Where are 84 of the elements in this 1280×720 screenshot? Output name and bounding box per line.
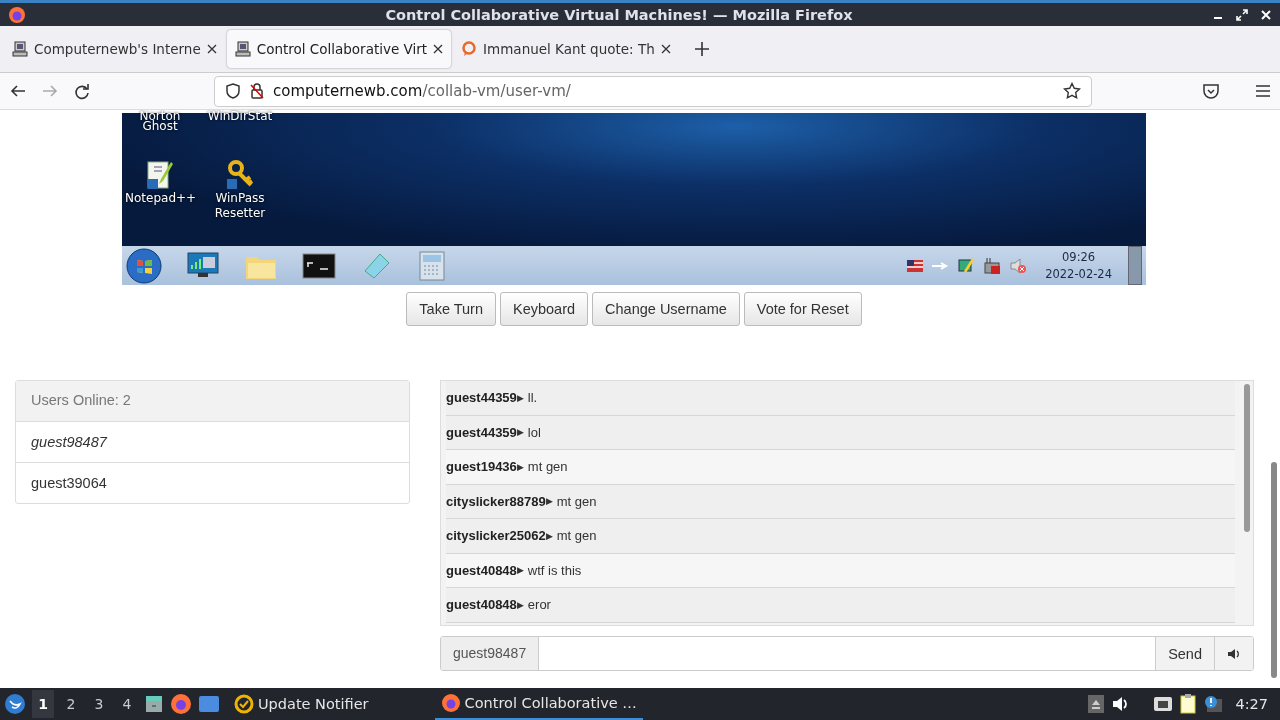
sound-button[interactable] xyxy=(1214,637,1253,670)
bookmark-star-icon[interactable] xyxy=(1063,82,1081,100)
username-label: guest98487 xyxy=(441,637,540,670)
chat-username: guest44359 xyxy=(446,424,517,440)
chat-arrow: ▶ xyxy=(516,565,524,576)
chat-message: mt gen xyxy=(527,459,568,475)
chat-arrow: ▶ xyxy=(516,427,524,438)
update-icon xyxy=(234,694,254,714)
firefox-icon[interactable] xyxy=(170,693,192,715)
workspace-button[interactable]: 2 xyxy=(60,690,82,718)
computer-icon xyxy=(234,41,251,57)
scrollbar[interactable] xyxy=(1244,384,1250,532)
pocket-icon[interactable] xyxy=(1202,82,1220,100)
notification-icon[interactable] xyxy=(1203,694,1224,714)
close-icon[interactable] xyxy=(660,44,671,54)
shield-icon xyxy=(225,83,241,99)
chat-arrow: ▶ xyxy=(545,496,553,507)
browser-tab[interactable]: Immanuel Kant quote: Th xyxy=(453,30,679,68)
network-error-icon[interactable] xyxy=(983,256,1002,275)
new-tab-icon[interactable] xyxy=(694,42,709,56)
display-edit-icon[interactable] xyxy=(957,256,976,275)
eject-icon[interactable] xyxy=(1087,694,1106,714)
action-button[interactable]: Vote for Reset xyxy=(743,292,862,326)
file-cabinet-icon[interactable] xyxy=(144,694,164,714)
speaker-icon xyxy=(1227,646,1241,661)
chat-username: cityslicker88789 xyxy=(446,493,546,509)
taskbar-window[interactable]: Control Collaborative … xyxy=(434,688,643,720)
menu-icon[interactable] xyxy=(1254,82,1272,100)
start-orb-icon[interactable] xyxy=(126,247,162,284)
chat-arrow: ▶ xyxy=(516,392,524,403)
chat-username: guest40848 xyxy=(446,597,517,613)
browser-tab[interactable]: Control Collaborative Virt xyxy=(226,30,452,68)
chat-arrow: ▶ xyxy=(516,461,524,472)
desktop-shortcut[interactable]: WinPass Resetter xyxy=(200,159,280,221)
chat-message: mt gen xyxy=(556,493,597,509)
vm-clock-date: 2022-02-24 xyxy=(1045,265,1112,283)
close-icon[interactable] xyxy=(433,44,444,54)
taskbar-app[interactable]: Update Notifier xyxy=(234,694,369,714)
reload-icon[interactable] xyxy=(72,81,92,101)
lock-icon xyxy=(249,83,265,99)
workspace-button[interactable]: 1 xyxy=(32,690,54,718)
speaker-icon[interactable] xyxy=(1111,695,1130,713)
app-menu-icon[interactable] xyxy=(4,693,26,715)
us-flag-icon[interactable] xyxy=(907,259,924,272)
speaker-muted-icon[interactable] xyxy=(1009,256,1028,275)
workspace-button[interactable]: 4 xyxy=(116,690,138,718)
maximize-icon[interactable] xyxy=(1236,8,1248,21)
chat-username: guest19436 xyxy=(446,459,517,475)
chat-message: mt gen xyxy=(556,528,597,544)
chat-username: guest44359 xyxy=(446,390,517,406)
window-title: Control Collaborative Virtual Machines! — Mozilla Firefox xyxy=(384,6,854,23)
action-button[interactable]: Change Username xyxy=(592,292,740,326)
firefox-icon xyxy=(8,5,26,24)
desktop-shortcut[interactable]: Notepad++ xyxy=(122,159,198,221)
user-list-item[interactable]: guest39064 xyxy=(16,463,409,503)
clipboard-icon[interactable] xyxy=(1179,694,1198,714)
chat-message: eror xyxy=(527,597,551,613)
chat-arrow: ▶ xyxy=(545,530,553,541)
address-bar[interactable]: computernewb.com/collab-vm/user-vm/ xyxy=(214,75,1092,107)
ethernet-icon[interactable] xyxy=(1153,695,1174,713)
chat-message: ll. xyxy=(527,390,538,406)
speech-bubble-icon xyxy=(461,41,478,57)
chat-message: wtf is this xyxy=(527,562,582,578)
clock: 4:27 xyxy=(1235,696,1268,712)
computer-icon xyxy=(12,41,28,57)
vm-clock-time: 09:26 xyxy=(1061,248,1097,266)
chat-username: cityslicker25062 xyxy=(446,528,546,544)
close-icon[interactable] xyxy=(206,44,217,54)
chat-message: lol xyxy=(527,424,541,440)
chat-arrow: ▶ xyxy=(516,599,524,610)
key-icon xyxy=(224,159,256,191)
user-list-item[interactable]: guest98487 xyxy=(16,422,409,463)
send-button[interactable]: Send xyxy=(1155,637,1214,670)
scrollbar[interactable] xyxy=(1271,462,1277,678)
firefox-icon xyxy=(440,693,461,713)
users-online-header: Users Online: 2 xyxy=(16,381,409,422)
workspace-button[interactable]: 3 xyxy=(88,690,110,718)
action-button[interactable]: Keyboard xyxy=(500,292,589,326)
action-button[interactable]: Take Turn xyxy=(406,292,496,326)
browser-tab[interactable]: Computernewb's Interne xyxy=(4,30,225,68)
chat-username: guest40848 xyxy=(446,562,517,578)
terminal-icon[interactable] xyxy=(302,252,336,279)
notepad-icon xyxy=(144,159,176,191)
window-icon[interactable] xyxy=(198,694,220,714)
